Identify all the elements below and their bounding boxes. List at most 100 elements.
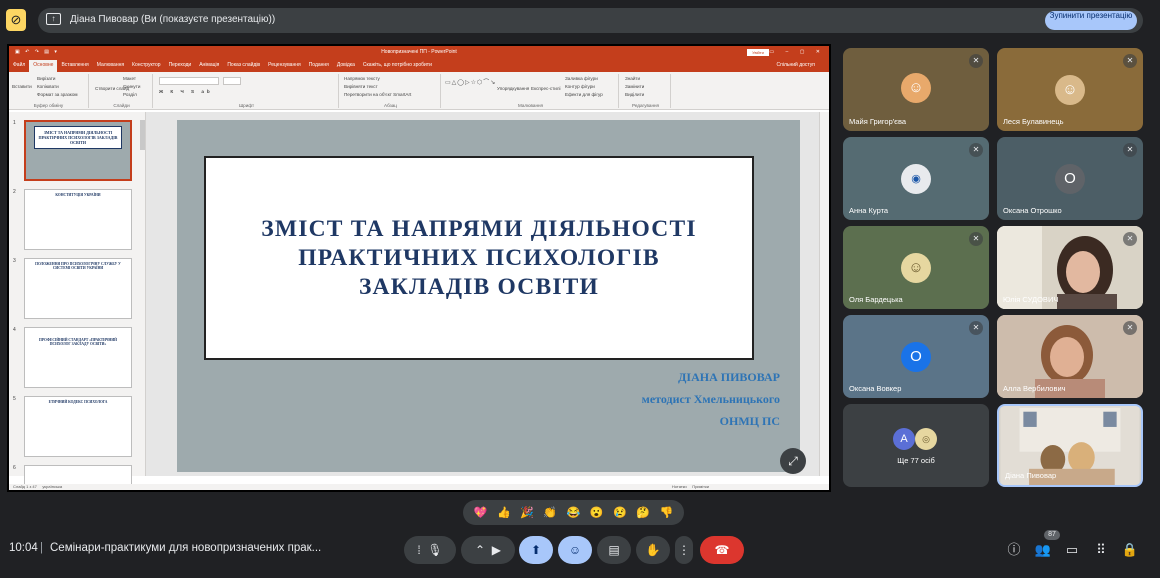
shape-effects-button[interactable]: Ефекти для фігур bbox=[565, 92, 603, 97]
slides-caption: Слайди bbox=[113, 103, 130, 108]
replace-button[interactable]: Замінити bbox=[625, 84, 644, 89]
shape-fill-button[interactable]: Заливка фігури bbox=[565, 76, 598, 81]
shape-outline-button[interactable]: Контур фігури bbox=[565, 84, 595, 89]
text-direction-button[interactable]: Напрямок тексту bbox=[344, 76, 380, 81]
smartart-button[interactable]: Перетворити на об'єкт SmartArt bbox=[344, 92, 411, 97]
slide-thumbnail[interactable]: КОНСТИТУЦІЯ УКРАЇНИ bbox=[24, 189, 132, 250]
editing-caption: Редагування bbox=[631, 103, 660, 108]
slide-thumbnail[interactable]: ПРОФЕСІЙНИЙ СТАНДАРТ «ПРАКТИЧНИЙ ПСИХОЛО… bbox=[24, 327, 132, 388]
section-button[interactable]: Розділ bbox=[123, 92, 137, 97]
copy-button[interactable]: Копіювати bbox=[37, 84, 59, 89]
font-format-buttons[interactable]: Ж К Ч S ab bbox=[159, 89, 213, 94]
mic-off-icon: ✕ bbox=[969, 321, 983, 335]
participant-tile[interactable]: ✕ Юлія СУДОВИЧ bbox=[997, 226, 1143, 309]
thumb-title: КОНСТИТУЦІЯ УКРАЇНИ bbox=[55, 193, 101, 197]
tell-me-search[interactable]: Скажіть, що потрібно зробити bbox=[359, 59, 436, 72]
camera-icon: ▶ bbox=[491, 543, 501, 557]
window-controls[interactable]: ▭ – ▢ ✕ bbox=[769, 46, 825, 59]
avatar: ☺ bbox=[901, 253, 931, 283]
avatar: ◉ bbox=[901, 164, 931, 194]
meeting-info-icon[interactable]: ⓘ bbox=[1002, 538, 1026, 562]
tab-draw[interactable]: Малювання bbox=[93, 59, 128, 72]
tab-file[interactable]: Файл bbox=[9, 59, 29, 72]
present-now-button[interactable]: ⬆ bbox=[519, 536, 553, 564]
people-icon[interactable]: 👥 bbox=[1031, 538, 1055, 562]
reaction-laugh[interactable]: 😂 bbox=[567, 506, 581, 519]
participant-tile[interactable]: ☺ ✕ Майя Григор'єва bbox=[843, 48, 989, 131]
font-name-box[interactable] bbox=[159, 77, 219, 85]
more-participants-tile[interactable]: А ◎ Ще 77 осіб bbox=[843, 404, 989, 487]
reaction-thumbs-down[interactable]: 👎 bbox=[660, 506, 674, 519]
slide-title: ЗМІСТ ТА НАПРЯМИ ДІЯЛЬНОСТІ ПРАКТИЧНИХ П… bbox=[261, 215, 696, 302]
format-painter-button[interactable]: Формат за зразком bbox=[37, 92, 78, 97]
host-controls-icon[interactable]: 🔒 bbox=[1118, 538, 1142, 562]
clock: 10:04 bbox=[9, 542, 38, 554]
slide-thumbnail[interactable]: ЕТИЧНИЙ КОДЕКС ПСИХОЛОГА bbox=[24, 396, 132, 457]
participant-tile[interactable]: ☺ ✕ Леся Булавинець bbox=[997, 48, 1143, 131]
ppt-status-bar: Слайд 1 з 47 українська Нотатки Примітки bbox=[9, 484, 829, 490]
participant-tile[interactable]: ☺ ✕ Оля Бардецька bbox=[843, 226, 989, 309]
reset-button[interactable]: Скинути bbox=[123, 84, 140, 89]
reaction-party[interactable]: 🎉 bbox=[520, 506, 534, 519]
arrange-button[interactable]: Упорядкування bbox=[497, 86, 529, 91]
thumbnails-scrollbar[interactable] bbox=[140, 120, 145, 150]
font-caption: Шрифт bbox=[238, 103, 255, 108]
slide-thumbnail[interactable]: ПОЛОЖЕННЯ ПРО ПСИХОЛОГІЧНУ СЛУЖБУ У СИСТ… bbox=[24, 258, 132, 319]
reaction-thinking[interactable]: 🤔 bbox=[636, 506, 650, 519]
thumb-number: 2 bbox=[13, 189, 16, 195]
thumb-title: ЕТИЧНИЙ КОДЕКС ПСИХОЛОГА bbox=[48, 400, 108, 404]
layout-button[interactable]: Макет bbox=[123, 76, 136, 81]
more-options-button[interactable]: ⋮ bbox=[675, 536, 693, 564]
slide-thumbnail[interactable]: ЗМІСТ ТА НАПРЯМИ ДІЯЛЬНОСТІ ПРАКТИЧНИХ П… bbox=[24, 120, 132, 181]
leave-call-button[interactable]: ☎ bbox=[700, 536, 744, 564]
reaction-sad[interactable]: 😢 bbox=[613, 506, 627, 519]
comments-button[interactable]: Примітки bbox=[692, 484, 709, 489]
more-participants-label: Ще 77 осіб bbox=[897, 456, 935, 465]
tab-help[interactable]: Довідка bbox=[333, 59, 359, 72]
tab-transitions[interactable]: Переходи bbox=[165, 59, 196, 72]
font-size-box[interactable] bbox=[223, 77, 241, 85]
slide-scrollbar[interactable] bbox=[819, 112, 829, 476]
align-text-button[interactable]: Вирівняти текст bbox=[344, 84, 378, 89]
ppt-signin-button[interactable]: Увійти bbox=[747, 49, 769, 56]
tab-review[interactable]: Рецензування bbox=[264, 59, 305, 72]
status-slide-counter: Слайд 1 з 47 українська bbox=[13, 484, 62, 490]
emoji-reactions-button[interactable]: ☺ bbox=[558, 536, 592, 564]
raise-hand-button[interactable]: ✋ bbox=[636, 536, 670, 564]
cut-button[interactable]: Вирізати bbox=[37, 76, 55, 81]
participant-tile[interactable]: О ✕ Оксана Отрошко bbox=[997, 137, 1143, 220]
reaction-surprised[interactable]: 😮 bbox=[590, 506, 604, 519]
camera-button[interactable]: ⌃ ▶ bbox=[461, 536, 515, 564]
tab-insert[interactable]: Вставлення bbox=[57, 59, 92, 72]
tab-slideshow[interactable]: Показ слайдів bbox=[223, 59, 264, 72]
font-group: Ж К Ч S ab Шрифт bbox=[155, 74, 339, 108]
notes-button[interactable]: Нотатки bbox=[672, 484, 687, 489]
participant-tile[interactable]: О ✕ Оксана Вовкер bbox=[843, 315, 989, 398]
share-button[interactable]: Спільний доступ bbox=[773, 59, 819, 72]
shapes-gallery[interactable]: ▭△◯▷☆⬡⌒↘ bbox=[445, 77, 496, 86]
quick-styles-button[interactable]: Експрес-стилі bbox=[531, 86, 561, 91]
captions-button[interactable]: ▤ bbox=[597, 536, 631, 564]
reaction-heart[interactable]: 💖 bbox=[474, 506, 488, 519]
find-button[interactable]: Знайти bbox=[625, 76, 640, 81]
stop-presenting-button[interactable]: Зупинити презентацію bbox=[1045, 11, 1137, 30]
reaction-thumbs-up[interactable]: 👍 bbox=[497, 506, 511, 519]
select-button[interactable]: Виділити bbox=[625, 92, 644, 97]
chat-icon[interactable]: ▭ bbox=[1060, 538, 1084, 562]
mic-off-icon: ✕ bbox=[969, 54, 983, 68]
tab-animations[interactable]: Анімація bbox=[195, 59, 223, 72]
participant-tile[interactable]: ✕ Алла Вербилович bbox=[997, 315, 1143, 398]
mic-off-icon: ✕ bbox=[969, 232, 983, 246]
microphone-button[interactable]: ⁞ 🎙 bbox=[404, 536, 456, 564]
slide-canvas[interactable]: ЗМІСТ ТА НАПРЯМИ ДІЯЛЬНОСТІ ПРАКТИЧНИХ П… bbox=[177, 120, 806, 474]
paste-button[interactable]: Вставити bbox=[12, 84, 32, 89]
expand-icon[interactable]: ⤢ bbox=[780, 448, 806, 474]
tab-design[interactable]: Конструктор bbox=[128, 59, 165, 72]
reaction-clap[interactable]: 👏 bbox=[543, 506, 557, 519]
participant-name: Анна Курта bbox=[849, 206, 889, 215]
participant-tile[interactable]: ◉ ✕ Анна Курта bbox=[843, 137, 989, 220]
activities-icon[interactable]: ⠿ bbox=[1089, 538, 1113, 562]
self-view-tile[interactable]: Діана Пивовар bbox=[997, 404, 1143, 487]
tab-view[interactable]: Подання bbox=[305, 59, 333, 72]
tab-home[interactable]: Основне bbox=[29, 60, 58, 72]
